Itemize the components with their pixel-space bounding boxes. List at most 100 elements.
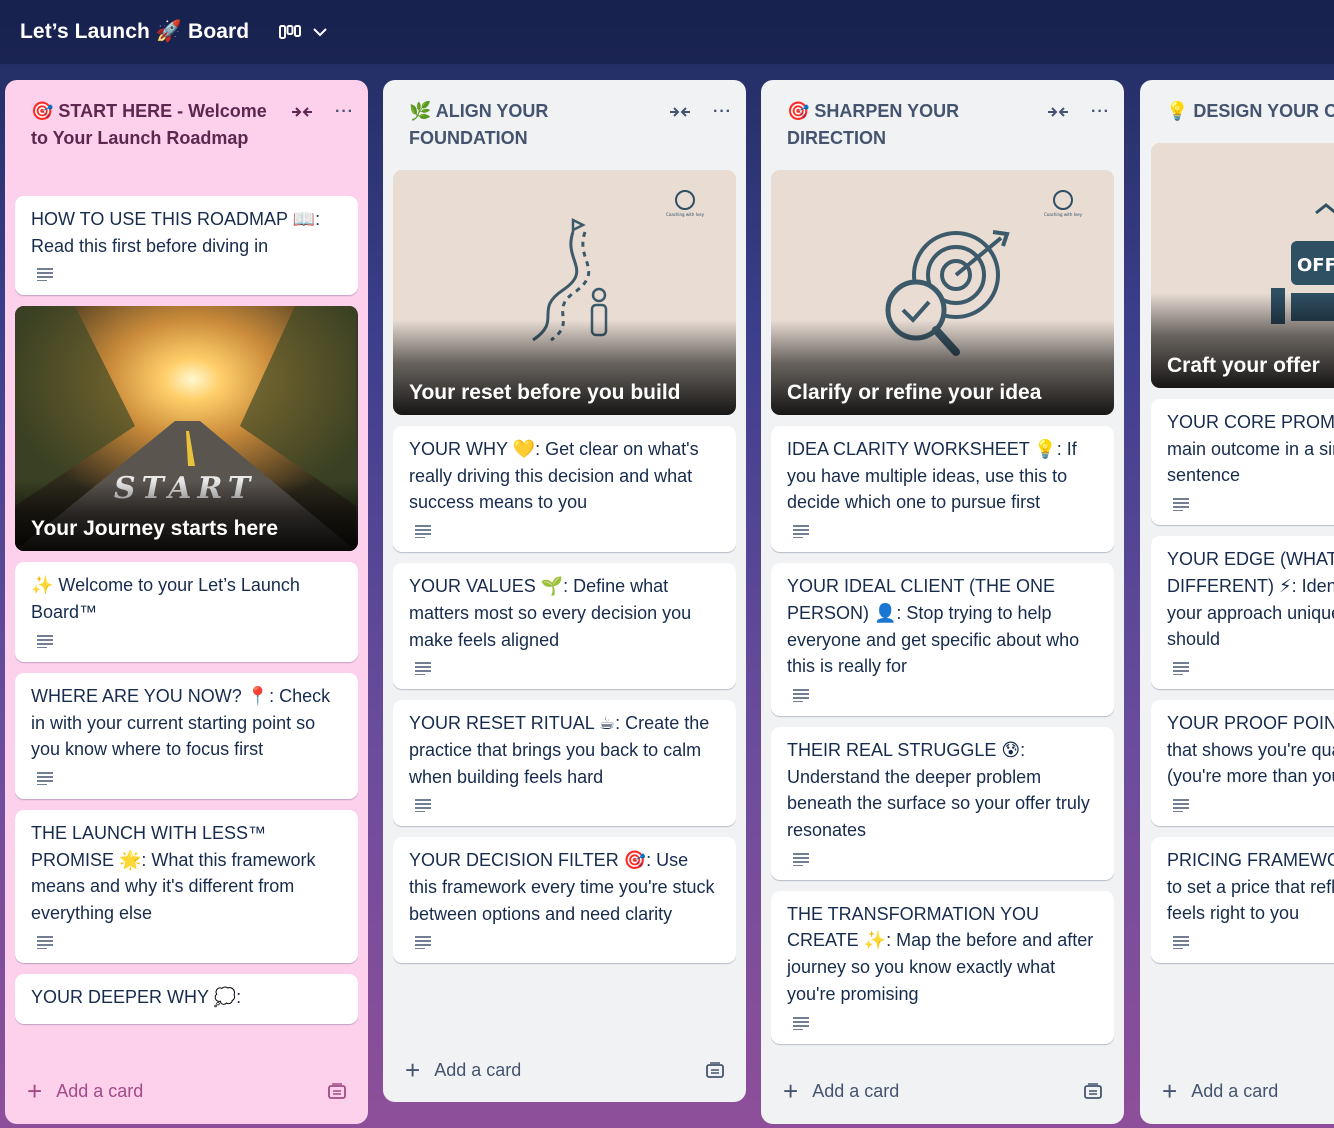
list-design-offer: 💡 DESIGN YOUR OFFER OFF Craft your offer… [1140,80,1334,1124]
list-footer: + Add a card [383,1044,746,1096]
list-title[interactable]: 🎯 SHARPEN YOUR DIRECTION [787,98,1027,152]
add-card-label: Add a card [434,1059,522,1080]
list-card[interactable]: YOUR DEEPER WHY 💭: [15,973,358,1025]
create-from-template-icon[interactable] [328,1083,346,1099]
list-menu-icon[interactable]: ··· [713,104,732,120]
list-card[interactable]: YOUR RESET RITUAL ☕: Create the practice… [393,700,736,827]
card-title: THEIR REAL STRUGGLE 😰: Understand the de… [787,739,1090,841]
card-title: YOUR VALUES 🌱: Define what matters most … [409,576,692,650]
cover-card-reset[interactable]: Coaching with Ivey Your reset before you… [393,170,736,415]
plus-icon: + [27,1076,43,1106]
card-title: YOUR IDEAL CLIENT (THE ONE PERSON) 👤: St… [787,576,1080,677]
description-icon [1173,498,1189,512]
add-card-button[interactable]: + Add a card [783,1076,900,1106]
description-icon [37,772,53,785]
list-card[interactable]: YOUR WHY 💛: Get clear on what's really d… [393,426,736,553]
list-title[interactable]: 🌿 ALIGN YOUR FOUNDATION [409,98,649,152]
card-title: PRICING FRAMEWORK: these factors to set … [1167,850,1334,924]
list-header: 🌿 ALIGN YOUR FOUNDATION ··· [383,80,746,152]
add-card-button[interactable]: + Add a card [1162,1076,1279,1106]
card-title: IDEA CLARITY WORKSHEET 💡: If you have mu… [787,439,1077,513]
list-header: 🎯 SHARPEN YOUR DIRECTION ··· [761,80,1124,152]
list-align-foundation: 🌿 ALIGN YOUR FOUNDATION ··· Coaching wit… [383,80,746,1102]
description-icon [793,852,809,866]
list-card[interactable]: YOUR VALUES 🌱: Define what matters most … [393,563,736,690]
plus-icon: + [405,1055,421,1085]
list-card[interactable]: ✨ Welcome to your Let’s Launch Board™ [15,562,358,662]
list-title[interactable]: 🎯 START HERE - Welcome to Your Launch Ro… [31,98,271,152]
offer-sign-text: OFF [1297,255,1334,276]
description-icon [793,525,809,539]
list-card[interactable]: IDEA CLARITY WORKSHEET 💡: If you have mu… [771,426,1114,553]
list-footer: + Add a card [5,1065,368,1117]
description-icon [37,635,53,648]
list-card[interactable]: PRICING FRAMEWORK: these factors to set … [1151,837,1334,964]
description-icon [793,1016,809,1030]
list-card[interactable]: YOUR CORE PROMISE: the ONE main outcome … [1151,399,1334,526]
plus-icon: + [1162,1076,1178,1106]
description-icon [415,936,431,950]
description-icon [415,662,431,676]
add-card-label: Add a card [1191,1080,1279,1101]
list-card[interactable]: YOUR EDGE (WHAT MAKES YOU DIFFERENT) ⚡: … [1151,536,1334,689]
cover-caption: Your Journey starts here [31,517,279,541]
list-card[interactable]: THE TRANSFORMATION YOU CREATE ✨: Map the… [771,890,1114,1044]
list-header: 💡 DESIGN YOUR OFFER [1140,80,1334,125]
card-title: YOUR DEEPER WHY 💭: [31,986,242,1007]
list-sharpen-direction: 🎯 SHARPEN YOUR DIRECTION ··· Coaching wi… [761,80,1124,1124]
coach-logo-text: Coaching with Ivey [1044,212,1083,217]
chevron-down-icon [313,28,327,37]
card-title: YOUR EDGE (WHAT MAKES YOU DIFFERENT) ⚡: … [1167,549,1334,650]
board-view-switcher[interactable] [279,24,327,40]
create-from-template-icon[interactable] [1084,1083,1102,1099]
card-title: YOUR DECISION FILTER 🎯: Use this framewo… [409,850,715,924]
list-menu-icon[interactable]: ··· [335,104,354,120]
collapse-list-icon[interactable] [1047,105,1069,119]
card-title: THE TRANSFORMATION YOU CREATE ✨: Map the… [787,903,1094,1004]
create-from-template-icon[interactable] [706,1062,724,1078]
add-card-label: Add a card [812,1080,900,1101]
list-card[interactable]: WHERE ARE YOU NOW? 📍: Check in with your… [15,672,358,799]
description-icon [793,689,809,702]
coach-logo-text: Coaching with Ivey [666,212,705,217]
description-icon [1173,662,1189,675]
add-card-label: Add a card [56,1080,144,1101]
card-title: YOUR CORE PROMISE: the ONE main outcome … [1167,412,1334,486]
board-title[interactable]: Let’s Launch 🚀 Board [20,20,249,44]
board-header: Let’s Launch 🚀 Board [0,0,1334,64]
cover-caption: Craft your offer [1167,354,1320,377]
add-card-button[interactable]: + Add a card [27,1076,144,1106]
card-title: YOUR RESET RITUAL ☕: Create the practice… [409,713,710,787]
cover-card-clarify[interactable]: Coaching with Ivey Clarify or refine you… [771,170,1114,415]
list-footer: + Add a card [761,1065,1124,1117]
plus-icon: + [783,1076,799,1106]
list-card[interactable]: YOUR IDEAL CLIENT (THE ONE PERSON) 👤: St… [771,563,1114,716]
list-card[interactable]: THE LAUNCH WITH LESS™ PROMISE 🌟: What th… [15,809,358,963]
add-card-button[interactable]: + Add a card [405,1055,522,1085]
cover-card-journey[interactable]: START Your Journey starts here [15,306,358,552]
card-title: HOW TO USE THIS ROADMAP 📖: Read this fir… [31,209,321,256]
collapse-list-icon[interactable] [291,105,313,119]
list-card[interactable]: YOUR PROOF POINTS: the evidence that sho… [1151,699,1334,827]
description-icon [415,525,431,539]
list-menu-icon[interactable]: ··· [1091,104,1110,120]
list-card[interactable]: YOUR DECISION FILTER 🎯: Use this framewo… [393,837,736,964]
cover-caption: Your reset before you build [409,381,681,404]
board-view-icon [279,25,302,39]
card-title: THE LAUNCH WITH LESS™ PROMISE 🌟: What th… [31,822,316,924]
list-start-here: 🎯 START HERE - Welcome to Your Launch Ro… [5,80,368,1124]
description-icon [1173,936,1189,950]
list-header: 🎯 START HERE - Welcome to Your Launch Ro… [5,80,368,152]
list-footer: + Add a card [1140,1065,1334,1117]
card-title: WHERE ARE YOU NOW? 📍: Check in with your… [31,685,331,760]
description-icon [37,935,53,949]
list-card[interactable]: HOW TO USE THIS ROADMAP 📖: Read this fir… [15,196,358,296]
card-title: YOUR PROOF POINTS: the evidence that sho… [1167,712,1334,787]
list-card[interactable]: THEIR REAL STRUGGLE 😰: Understand the de… [771,726,1114,880]
collapse-list-icon[interactable] [669,105,691,119]
list-title[interactable]: 💡 DESIGN YOUR OFFER [1166,98,1334,125]
description-icon [1173,799,1189,813]
cover-card-offer[interactable]: OFF Craft your offer [1151,143,1334,388]
description-icon [37,268,53,282]
description-icon [415,799,431,813]
